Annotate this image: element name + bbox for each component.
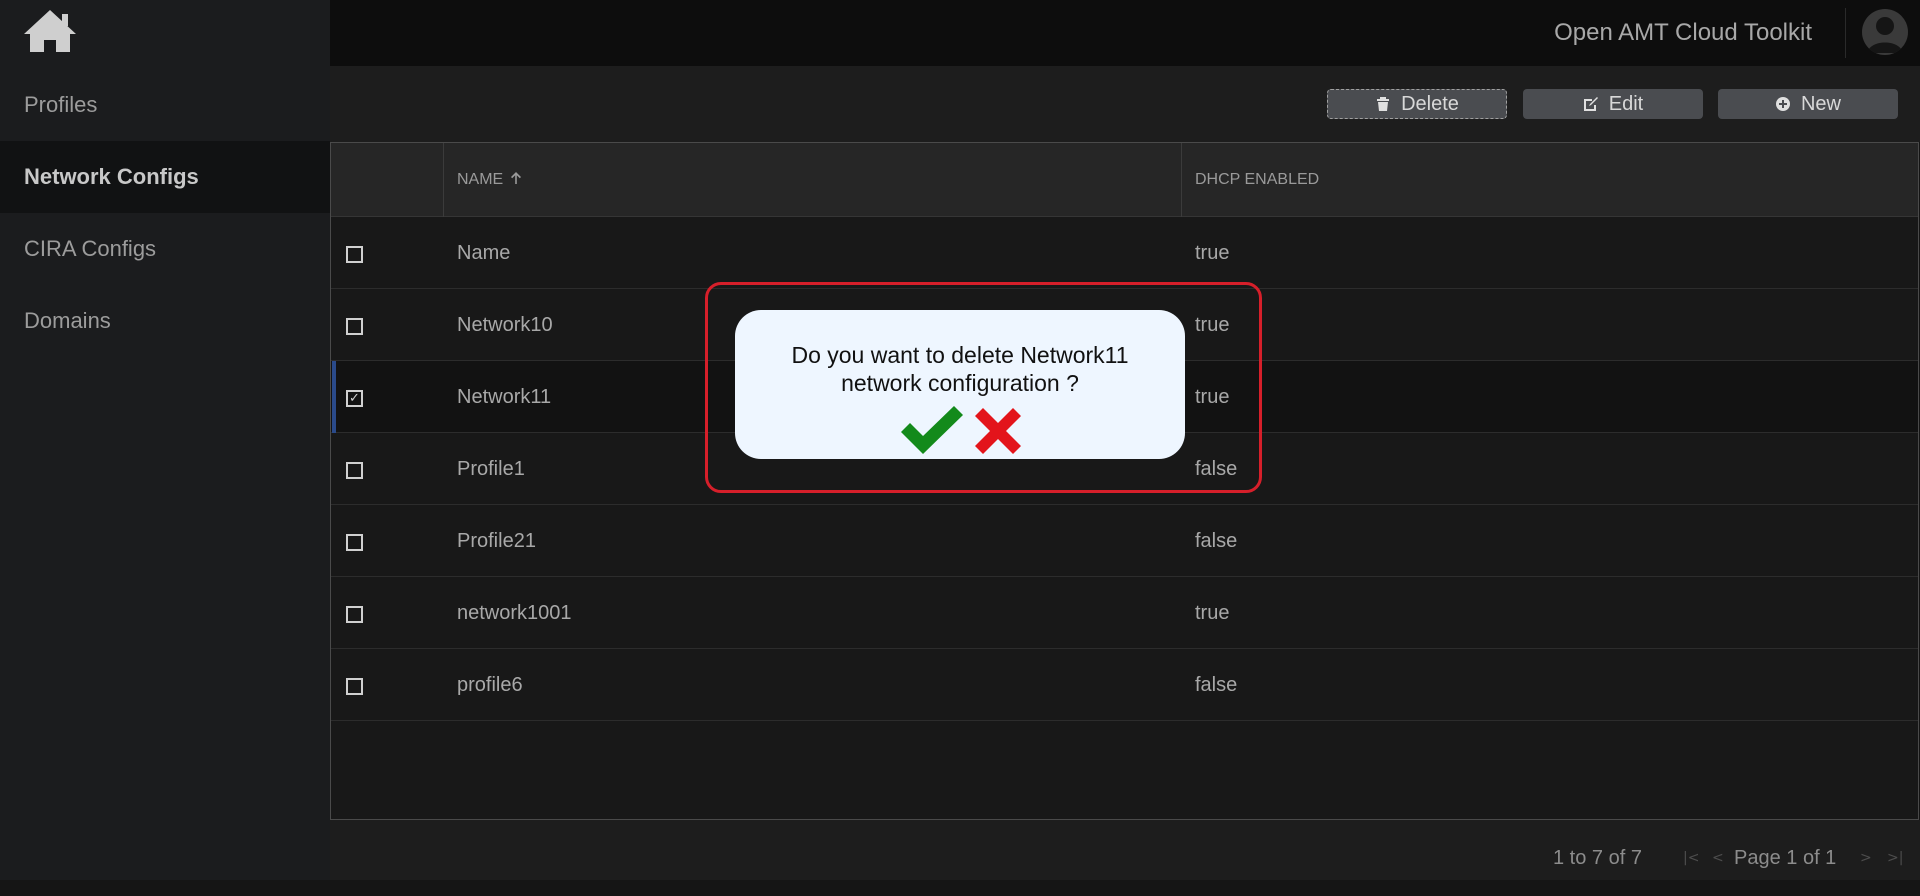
top-bar: Open AMT Cloud Toolkit [330,0,1920,66]
dialog-message-line1: Do you want to delete Network11 [791,342,1129,368]
row-checkbox-checked[interactable]: ✓ [346,390,363,407]
check-icon[interactable] [899,406,965,454]
cell-dhcp: true [1195,602,1230,624]
delete-confirm-dialog: Do you want to delete Network11 network … [735,310,1185,459]
table-row[interactable]: Name true [331,217,1918,289]
row-checkbox[interactable] [346,678,363,695]
sidebar: Profiles Network Configs CIRA Configs Do… [0,0,330,880]
dialog-message-line2: network configuration ? [841,370,1079,396]
table-row[interactable]: profile6 false [331,649,1918,721]
cell-name: profile6 [457,674,523,696]
app-title: Open AMT Cloud Toolkit [1554,19,1812,46]
cell-name: Network11 [457,386,552,408]
sidebar-item-domains[interactable]: Domains [0,285,330,357]
cell-dhcp: false [1195,530,1238,552]
table-row[interactable]: Profile21 false [331,505,1918,577]
row-checkbox[interactable] [346,534,363,551]
toolbar: Delete Edit New [330,66,1920,142]
row-checkbox[interactable] [346,246,363,263]
pagination-bar: 1 to 7 of 7 |< < Page 1 of 1 > >| [330,820,1920,880]
row-checkbox[interactable] [346,606,363,623]
home-icon[interactable] [22,8,78,54]
edit-label: Edit [1608,92,1644,115]
sidebar-item-cira-configs[interactable]: CIRA Configs [0,213,330,285]
edit-button[interactable]: Edit [1523,89,1703,119]
column-header-dhcp[interactable]: DHCP ENABLED [1181,143,1319,217]
top-divider [1845,8,1846,58]
row-checkbox[interactable] [346,462,363,479]
x-icon[interactable] [975,408,1021,454]
cell-dhcp: true [1195,242,1230,264]
cell-name: Network10 [457,314,553,336]
cell-name: Profile1 [457,458,525,480]
pagination-page: Page 1 of 1 [1734,847,1837,869]
new-button[interactable]: New [1718,89,1898,119]
plus-circle-icon [1775,97,1790,111]
last-page-icon[interactable]: >| [1887,820,1903,896]
edit-icon [1583,97,1598,111]
table-header: NAME DHCP ENABLED [331,143,1918,217]
arrow-up-icon [511,172,522,184]
dialog-actions [735,406,1185,454]
column-header-name[interactable]: NAME [443,143,523,217]
user-icon [1867,17,1903,53]
delete-label: Delete [1401,92,1459,115]
cell-name: Profile21 [457,530,536,552]
delete-button[interactable]: Delete [1327,89,1507,119]
new-label: New [1800,92,1841,115]
trash-icon [1377,97,1390,111]
user-avatar[interactable] [1862,9,1908,55]
row-checkbox[interactable] [346,318,363,335]
column-header-name-label: NAME [457,171,504,188]
pagination-range: 1 to 7 of 7 [1553,847,1642,869]
sidebar-item-profiles[interactable]: Profiles [0,69,330,141]
table-row[interactable]: network1001 true [331,577,1918,649]
cell-dhcp: false [1195,674,1238,696]
sidebar-item-network-configs[interactable]: Network Configs [0,141,330,213]
next-page-icon[interactable]: > [1860,820,1872,896]
first-page-icon[interactable]: |< [1683,820,1699,896]
cell-name: network1001 [457,602,572,624]
previous-page-icon[interactable]: < [1712,820,1724,896]
cell-name: Name [457,242,511,264]
